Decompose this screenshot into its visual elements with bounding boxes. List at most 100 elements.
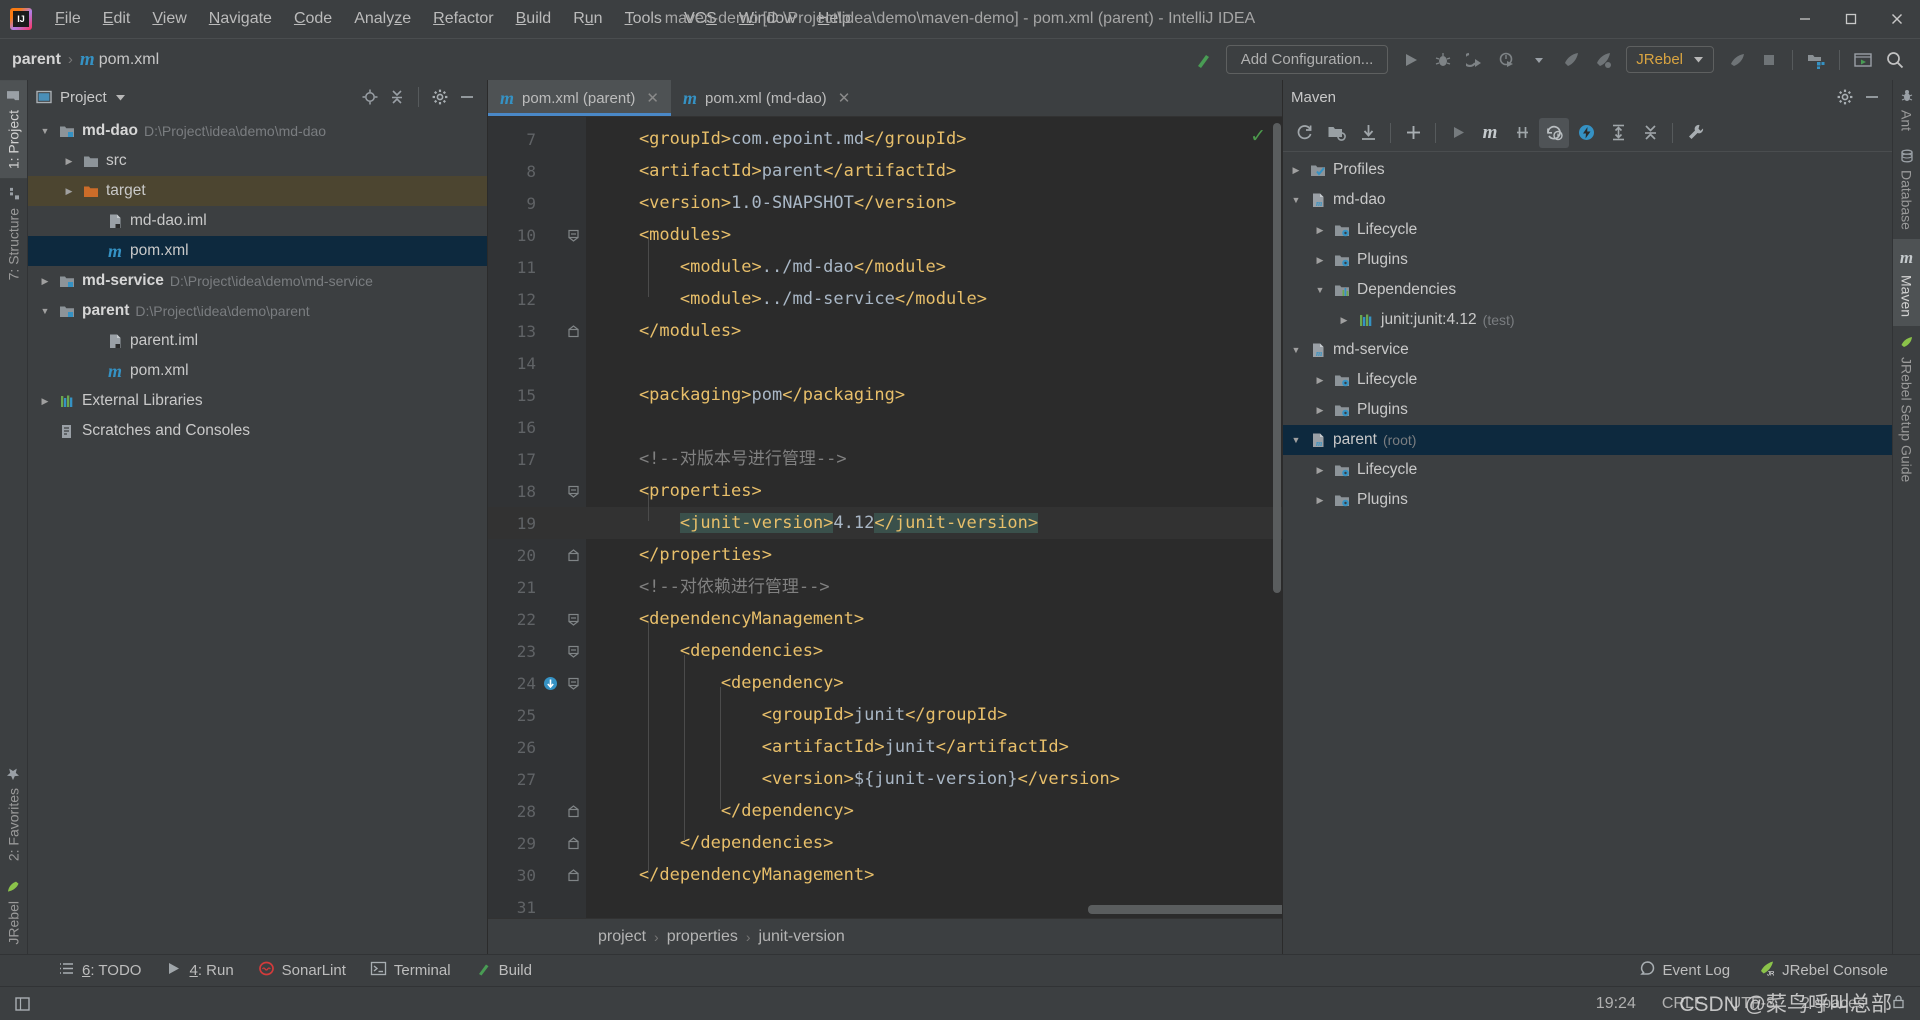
- gutter-line[interactable]: 26: [488, 731, 586, 763]
- window-layout-icon[interactable]: [14, 995, 32, 1013]
- chevron-right-icon[interactable]: ▶: [38, 274, 52, 288]
- code-line[interactable]: <artifactId>junit</artifactId>: [586, 731, 1282, 763]
- bottom-tool-sonarlint[interactable]: SonarLint: [246, 957, 358, 984]
- download-dependency-icon[interactable]: [538, 675, 562, 692]
- code-line[interactable]: </modules>: [586, 315, 1282, 347]
- maven-tree-row[interactable]: ▶ Plugins: [1283, 245, 1892, 275]
- maven-settings-icon[interactable]: [1680, 118, 1710, 148]
- bottom-tool-build[interactable]: Build: [463, 957, 544, 984]
- code-line[interactable]: <!--对依赖进行管理-->: [586, 571, 1282, 603]
- gutter-line[interactable]: 21: [488, 571, 586, 603]
- gutter-line[interactable]: 24: [488, 667, 586, 699]
- project-tree-row[interactable]: md-dao.iml: [28, 206, 487, 236]
- hide-icon[interactable]: [455, 85, 479, 109]
- breadcrumb-module[interactable]: parent: [12, 51, 61, 69]
- gutter-line[interactable]: 19: [488, 507, 586, 539]
- menu-window[interactable]: Window: [728, 6, 807, 32]
- code-line[interactable]: <packaging>pom</packaging>: [586, 379, 1282, 411]
- chevron-down-icon[interactable]: ▼: [1289, 193, 1303, 207]
- stripe-tab-jrebel-setup-guide[interactable]: JRebel Setup Guide: [1893, 326, 1920, 491]
- gutter-line[interactable]: 16: [488, 411, 586, 443]
- maven-project-tree[interactable]: ▶ Profiles ▼ m md-dao ▶ Lifecycle ▶ Plugins ▼ Depe…: [1283, 152, 1892, 954]
- editor-gutter[interactable]: 7 8 9 10 11 12 13 14 15 16 17 18 19 20 21 22 23 24 25 26 27 2…: [488, 117, 586, 918]
- stripe-tab-maven[interactable]: m Maven: [1893, 238, 1920, 326]
- maven-tree-row[interactable]: ▼ m md-dao: [1283, 185, 1892, 215]
- chevron-right-icon[interactable]: ▶: [1313, 223, 1327, 237]
- maven-tree-row[interactable]: ▼ Dependencies: [1283, 275, 1892, 305]
- code-line[interactable]: </dependencyManagement>: [586, 859, 1282, 891]
- chevron-right-icon[interactable]: ▶: [1313, 403, 1327, 417]
- chevron-down-icon[interactable]: ▼: [38, 124, 52, 138]
- maven-tree-row[interactable]: ▶ Lifecycle: [1283, 365, 1892, 395]
- jrebel-debug-icon[interactable]: [1588, 45, 1618, 75]
- code-line[interactable]: </dependency>: [586, 795, 1282, 827]
- code-line[interactable]: <dependencies>: [586, 635, 1282, 667]
- jrebel-stop-icon[interactable]: [1722, 45, 1752, 75]
- code-line[interactable]: <version>1.0-SNAPSHOT</version>: [586, 187, 1282, 219]
- chevron-right-icon[interactable]: ▶: [1313, 373, 1327, 387]
- gutter-line[interactable]: 8: [488, 155, 586, 187]
- code-line[interactable]: <groupId>com.epoint.md</groupId>: [586, 123, 1282, 155]
- fold-collapse-icon[interactable]: [562, 677, 584, 690]
- breadcrumb-item[interactable]: junit-version: [759, 928, 845, 946]
- code-line[interactable]: <junit-version>4.12</junit-version>: [586, 507, 1282, 539]
- menu-vcs[interactable]: VCS: [673, 6, 728, 32]
- gutter-line[interactable]: 9: [488, 187, 586, 219]
- code-line[interactable]: <dependencyManagement>: [586, 603, 1282, 635]
- code-line[interactable]: <modules>: [586, 219, 1282, 251]
- editor-tab[interactable]: m pom.xml (parent) ✕: [488, 80, 671, 116]
- bottom-tool-run[interactable]: 4: Run: [153, 957, 245, 984]
- gutter-line[interactable]: 20: [488, 539, 586, 571]
- jrebel-selector[interactable]: JRebel: [1626, 46, 1714, 73]
- debug-icon[interactable]: [1428, 45, 1458, 75]
- chevron-right-icon[interactable]: ▶: [38, 394, 52, 408]
- code-content[interactable]: <groupId>com.epoint.md</groupId> <artifa…: [586, 117, 1282, 918]
- editor-horizontal-scrollbar[interactable]: [1088, 905, 1282, 914]
- code-line[interactable]: </dependencies>: [586, 827, 1282, 859]
- gutter-line[interactable]: 11: [488, 251, 586, 283]
- fold-end-icon[interactable]: [562, 836, 584, 850]
- gear-icon[interactable]: [1833, 85, 1857, 109]
- code-line[interactable]: <!--对版本号进行管理-->: [586, 443, 1282, 475]
- fold-collapse-icon[interactable]: [562, 229, 584, 242]
- menu-refactor[interactable]: Refactor: [422, 6, 504, 32]
- fold-collapse-icon[interactable]: [562, 613, 584, 626]
- gutter-line[interactable]: 25: [488, 699, 586, 731]
- fold-end-icon[interactable]: [562, 548, 584, 562]
- menu-code[interactable]: Code: [283, 6, 343, 32]
- close-icon[interactable]: ✕: [646, 89, 659, 107]
- status-item[interactable]: 2 spaces: [1801, 995, 1865, 1013]
- project-structure-icon[interactable]: [1801, 45, 1831, 75]
- fold-end-icon[interactable]: [562, 324, 584, 338]
- chevron-down-icon[interactable]: ▼: [1289, 433, 1303, 447]
- chevron-right-icon[interactable]: ▶: [1313, 463, 1327, 477]
- gutter-line[interactable]: 28: [488, 795, 586, 827]
- project-tree-row[interactable]: ▶ External Libraries: [28, 386, 487, 416]
- collapse-all-icon[interactable]: [1635, 118, 1665, 148]
- stripe-tab-project[interactable]: 1: Project: [0, 80, 27, 179]
- chevron-right-icon[interactable]: ▶: [62, 184, 76, 198]
- download-sources-icon[interactable]: [1353, 118, 1383, 148]
- hide-icon[interactable]: [1860, 85, 1884, 109]
- maven-tree-row[interactable]: ▶ junit:junit:4.12 (test): [1283, 305, 1892, 335]
- gutter-line[interactable]: 13: [488, 315, 586, 347]
- breadcrumb-file[interactable]: pom.xml: [99, 51, 159, 69]
- maven-tree-row[interactable]: ▶ Profiles: [1283, 155, 1892, 185]
- code-line[interactable]: [586, 347, 1282, 379]
- gutter-line[interactable]: 22: [488, 603, 586, 635]
- chevron-down-icon[interactable]: [1524, 45, 1554, 75]
- gutter-line[interactable]: 31: [488, 891, 586, 918]
- stripe-tab-structure[interactable]: 7: Structure: [0, 178, 27, 289]
- code-line[interactable]: <properties>: [586, 475, 1282, 507]
- maven-tree-row[interactable]: ▶ Lifecycle: [1283, 455, 1892, 485]
- menu-run[interactable]: Run: [562, 6, 613, 32]
- project-tree-row[interactable]: Scratches and Consoles: [28, 416, 487, 446]
- menu-file[interactable]: File: [44, 6, 92, 32]
- gutter-line[interactable]: 27: [488, 763, 586, 795]
- maximize-button[interactable]: [1828, 0, 1874, 38]
- maven-tree-row[interactable]: ▼ m parent (root): [1283, 425, 1892, 455]
- chevron-right-icon[interactable]: ▶: [1289, 163, 1303, 177]
- maven-tree-row[interactable]: ▶ Plugins: [1283, 485, 1892, 515]
- code-line[interactable]: <artifactId>parent</artifactId>: [586, 155, 1282, 187]
- gutter-line[interactable]: 18: [488, 475, 586, 507]
